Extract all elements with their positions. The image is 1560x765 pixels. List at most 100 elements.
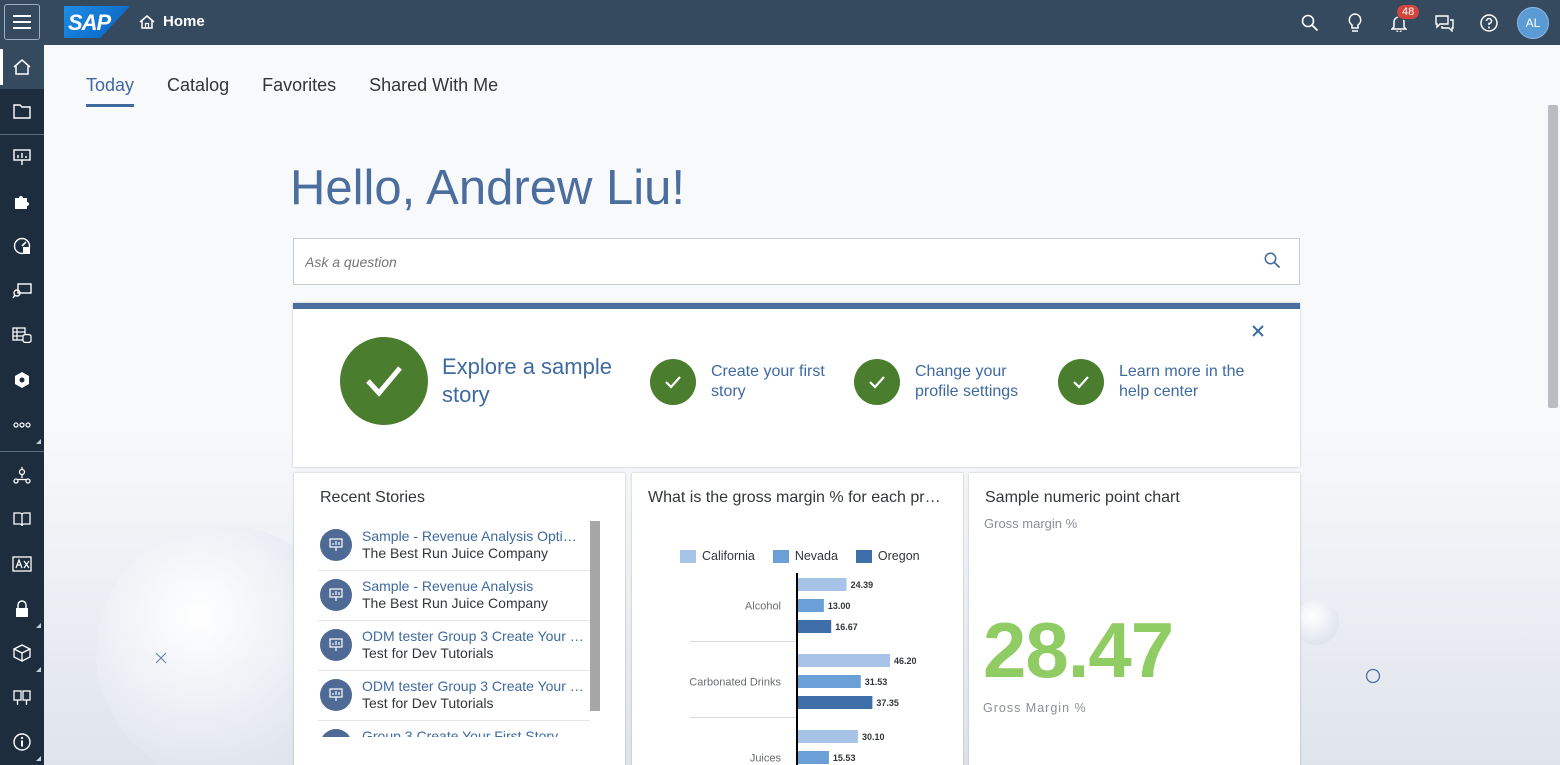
tab-catalog[interactable]: Catalog <box>167 75 229 107</box>
data-label: 37.35 <box>876 698 899 708</box>
checkmark-icon <box>366 366 402 397</box>
story-icon <box>320 629 352 661</box>
tab-favorites[interactable]: Favorites <box>262 75 336 107</box>
home-breadcrumb[interactable]: Home <box>139 13 205 30</box>
story-title[interactable]: Sample - Revenue Analysis <box>362 578 584 594</box>
data-label: 15.53 <box>833 753 856 763</box>
step-label: Learn more in the help center <box>1119 363 1245 400</box>
lock-icon <box>16 600 28 617</box>
step-explore-sample-story[interactable]: Explore a sample story <box>340 337 632 425</box>
close-icon <box>1252 325 1264 337</box>
card-title: What is the gross margin % for each prod… <box>648 489 948 506</box>
story-subtitle: Test for Dev Tutorials <box>362 645 494 661</box>
story-icon <box>320 729 352 737</box>
step-complete-check <box>650 359 696 405</box>
nav-more[interactable] <box>0 403 44 447</box>
nav-analytic-applications[interactable] <box>0 180 44 224</box>
cube-icon <box>13 644 31 662</box>
step-create-first-story[interactable]: Create your first story <box>650 359 841 405</box>
story-icon <box>320 579 352 611</box>
nav-translation[interactable] <box>0 542 44 586</box>
story-title[interactable]: ODM tester Group 3 Create Your First Sto… <box>362 678 584 694</box>
bar <box>798 620 832 633</box>
bar <box>798 599 824 612</box>
kpi-caption: Gross Margin % <box>983 701 1087 715</box>
bar <box>798 654 890 667</box>
home-label: Home <box>163 13 205 30</box>
tab-shared-with-me[interactable]: Shared With Me <box>369 75 498 107</box>
feedback-button[interactable] <box>1433 12 1455 34</box>
recent-stories-card: Recent Stories Sample - Revenue Analysis… <box>294 473 625 765</box>
nav-data-analyzer[interactable] <box>0 269 44 313</box>
step-complete-check <box>1058 359 1104 405</box>
background-bubble <box>1294 600 1339 645</box>
nav-deployment[interactable] <box>0 631 44 675</box>
search-button[interactable] <box>1299 12 1321 34</box>
search-icon <box>1264 252 1281 269</box>
tab-today[interactable]: Today <box>86 75 135 107</box>
step-label: Explore a sample story <box>442 354 612 407</box>
cube-cluster-icon <box>15 372 29 388</box>
help-button[interactable] <box>1478 12 1500 34</box>
data-label: 16.67 <box>835 622 858 632</box>
nav-learning[interactable] <box>0 497 44 541</box>
list-scrollbar[interactable] <box>590 521 600 711</box>
list-item[interactable]: Sample - Revenue Analysis The Best Run J… <box>318 571 590 621</box>
nav-stories[interactable] <box>0 135 44 179</box>
shell-bar: SAP Home 48 AL <box>0 0 1560 45</box>
onboarding-panel: Explore a sample story Create your first… <box>293 303 1300 467</box>
close-onboarding-button[interactable] <box>1248 321 1268 341</box>
bar <box>798 675 861 688</box>
list-item[interactable]: Group 3 Create Your First Story <box>318 721 590 737</box>
story-title[interactable]: Sample - Revenue Analysis Optimized <box>362 528 584 544</box>
ask-search-button[interactable] <box>1264 252 1281 274</box>
list-item[interactable]: ODM tester Group 3 Create Your First Sto… <box>318 671 590 721</box>
gross-margin-chart-card: What is the gross margin % for each prod… <box>632 473 963 765</box>
category-label: Alcohol <box>745 601 781 613</box>
menu-button[interactable] <box>4 4 40 40</box>
nav-home[interactable] <box>0 45 44 89</box>
presentation-icon <box>13 149 31 165</box>
story-title[interactable]: ODM tester Group 3 Create Your First Sto… <box>362 628 584 644</box>
ask-question-input[interactable] <box>294 239 1254 284</box>
presentation-icon <box>329 638 343 651</box>
list-item[interactable]: ODM tester Group 3 Create Your First Sto… <box>318 621 590 671</box>
legend-swatch <box>772 549 789 563</box>
checkmark-icon <box>1073 375 1089 389</box>
home-tabs: Today Catalog Favorites Shared With Me <box>86 75 498 107</box>
chat-icon <box>1434 14 1454 32</box>
avatar[interactable]: AL <box>1517 7 1549 39</box>
legend-swatch <box>680 549 696 563</box>
step-learn-help-center[interactable]: Learn more in the help center <box>1058 359 1249 405</box>
step-change-profile-settings[interactable]: Change your profile settings <box>854 359 1045 405</box>
step-complete-check <box>854 359 900 405</box>
nav-digital-boardroom[interactable] <box>0 224 44 268</box>
sap-logo[interactable]: SAP <box>64 6 130 38</box>
nav-system-info[interactable] <box>0 720 44 764</box>
presentation-icon <box>329 588 343 601</box>
nav-files[interactable] <box>0 89 44 133</box>
list-item[interactable]: Sample - Revenue Analysis Optimized The … <box>318 521 590 571</box>
legend-item: Nevada <box>772 549 838 563</box>
story-title[interactable]: Group 3 Create Your First Story <box>362 728 584 737</box>
nav-security[interactable] <box>0 587 44 631</box>
nav-connections[interactable] <box>0 453 44 497</box>
story-subtitle: Test for Dev Tutorials <box>362 695 494 711</box>
tips-button[interactable] <box>1344 12 1366 34</box>
grid-board-icon <box>13 690 31 705</box>
expand-indicator <box>36 667 41 672</box>
search-icon <box>1301 14 1319 32</box>
info-icon <box>13 733 31 751</box>
nav-data-integration[interactable] <box>0 358 44 402</box>
card-subtitle: Gross margin % <box>984 516 1078 531</box>
help-icon <box>1480 14 1498 32</box>
data-label: 31.53 <box>865 677 888 687</box>
gauge-icon <box>13 237 31 255</box>
checkmark-icon <box>665 375 681 389</box>
nav-modeler[interactable] <box>0 313 44 357</box>
home-icon <box>139 14 155 29</box>
page-scrollbar[interactable] <box>1548 105 1558 408</box>
kpi-value: 28.47 <box>983 606 1174 694</box>
decorative-circle-icon <box>1365 668 1381 684</box>
nav-catalog-admin[interactable] <box>0 676 44 720</box>
